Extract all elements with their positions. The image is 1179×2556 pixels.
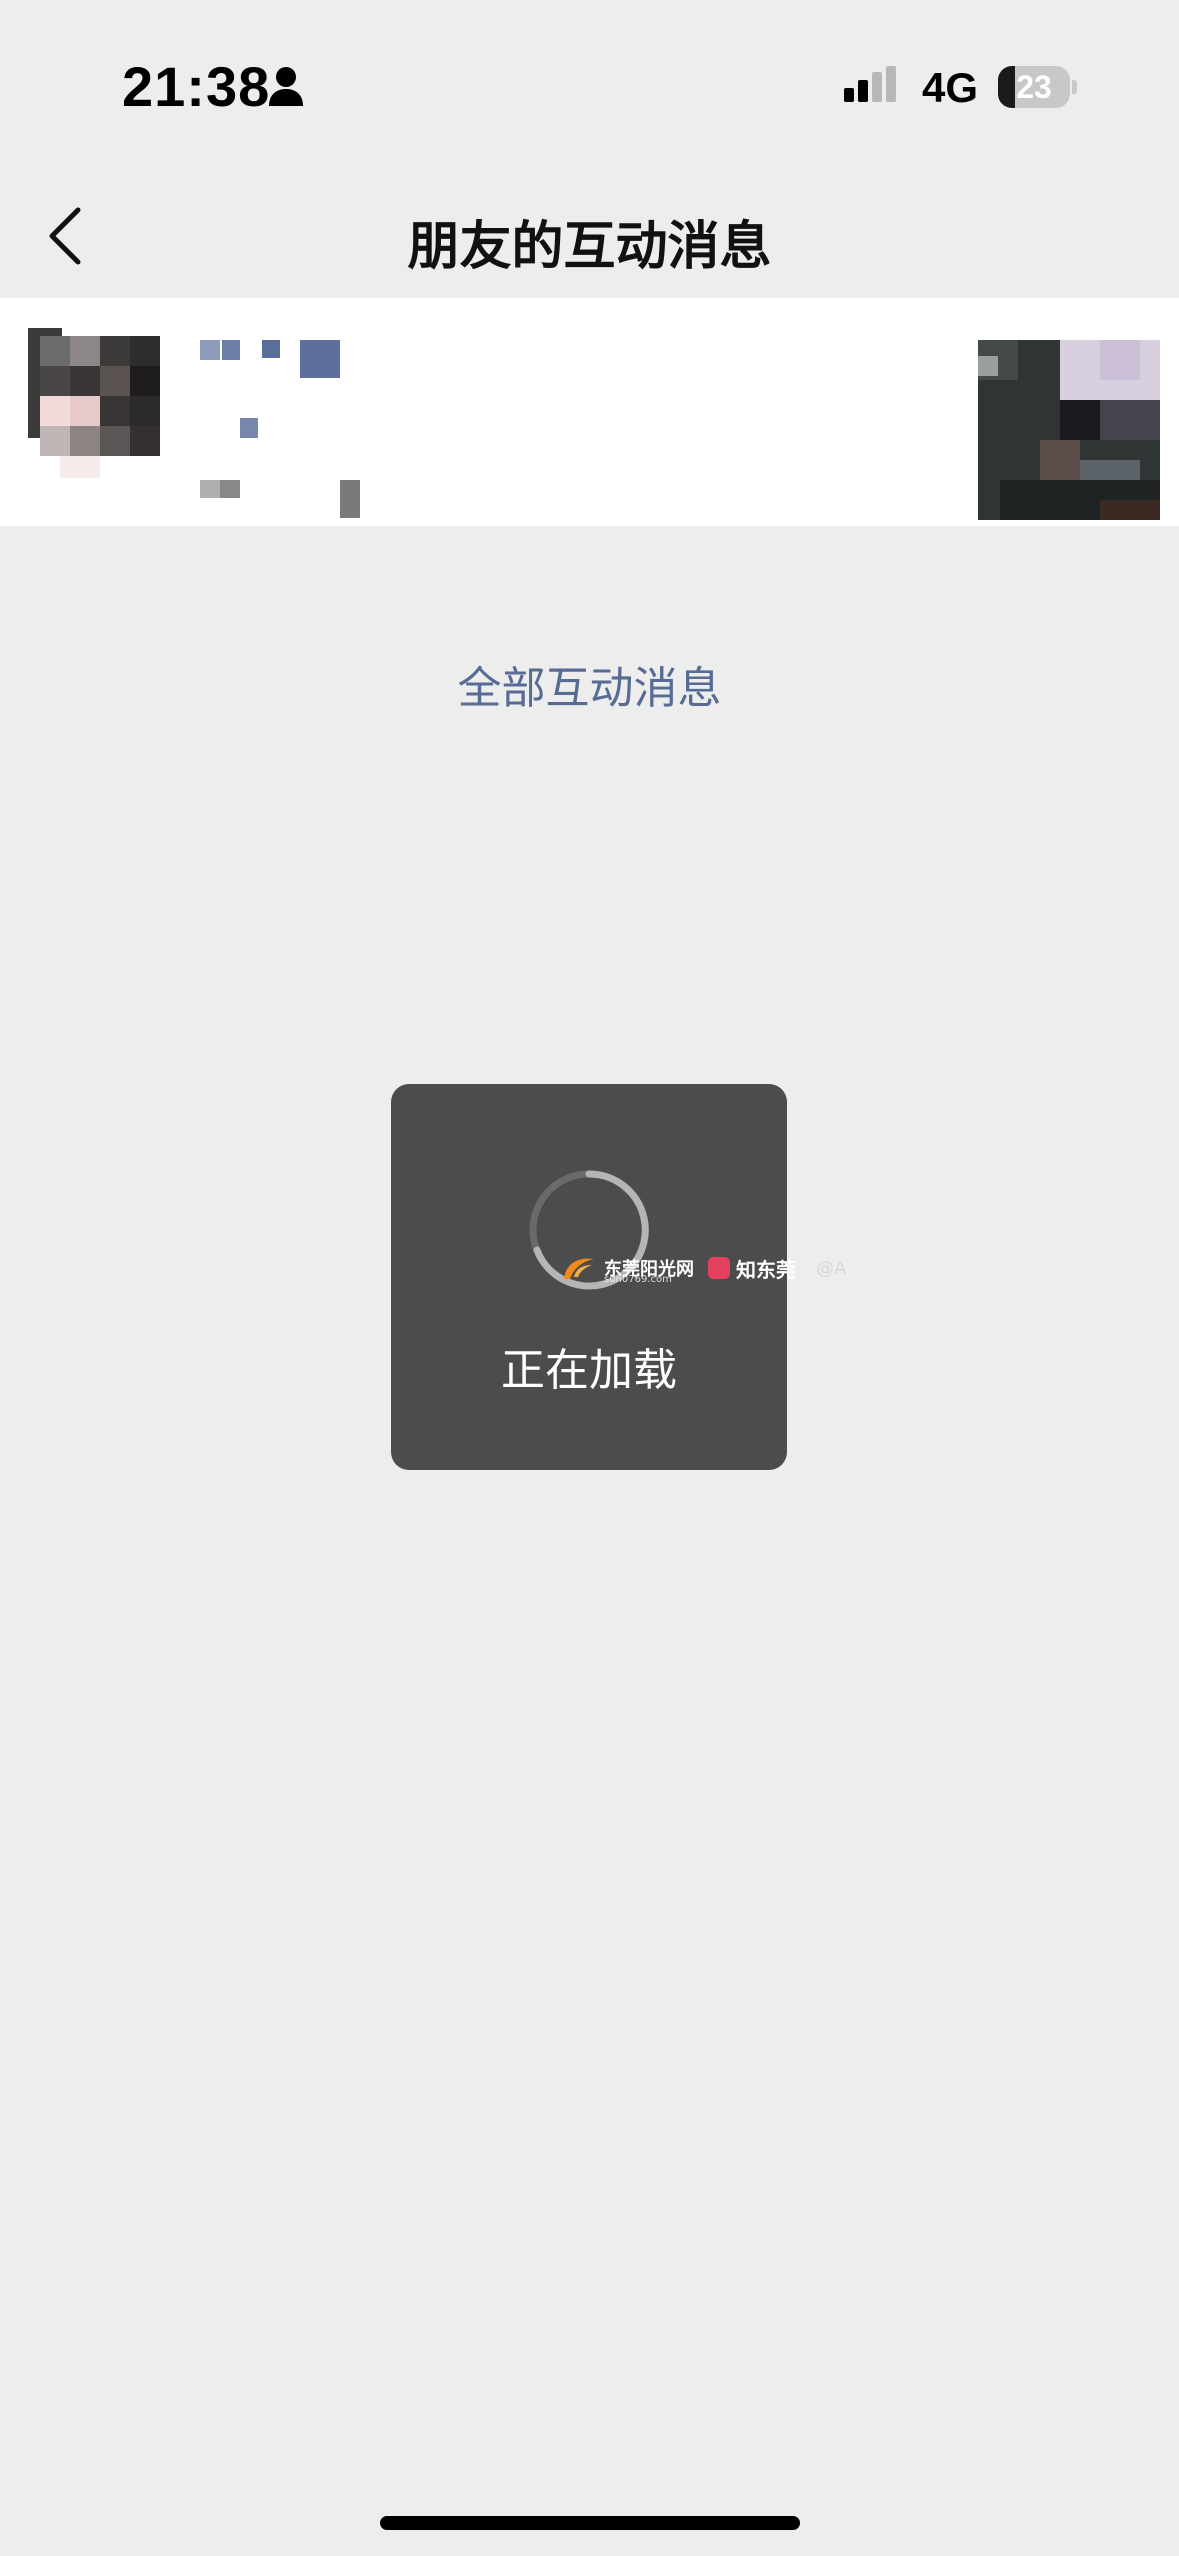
- status-time: 21:38: [122, 55, 271, 118]
- watermark-handle: @A: [816, 1257, 847, 1279]
- watermark-logo-icon: [564, 1258, 594, 1279]
- watermark: 东莞阳光网 sun0769.com 知东莞 @A: [560, 1248, 846, 1288]
- watermark-site-sub: sun0769.com: [604, 1274, 672, 1285]
- page-title: 朋友的互动消息: [407, 217, 772, 277]
- all-messages-link[interactable]: 全部互动消息: [0, 652, 1179, 716]
- battery-icon: 23: [998, 66, 1078, 108]
- signal-icon: [844, 66, 896, 102]
- battery-percent: 23: [1016, 69, 1052, 105]
- interaction-banner[interactable]: [0, 298, 1179, 526]
- home-indicator[interactable]: [380, 2516, 800, 2530]
- loading-text: 正在加载: [501, 1345, 677, 1396]
- watermark-brand: 知东莞: [736, 1257, 796, 1282]
- network-type: 4G: [922, 64, 979, 111]
- person-icon: [269, 67, 303, 106]
- status-bar: 21:38 4G 23: [0, 0, 1179, 176]
- watermark-badge-icon: [708, 1257, 730, 1279]
- nav-bar: 朋友的互动消息: [0, 176, 1179, 296]
